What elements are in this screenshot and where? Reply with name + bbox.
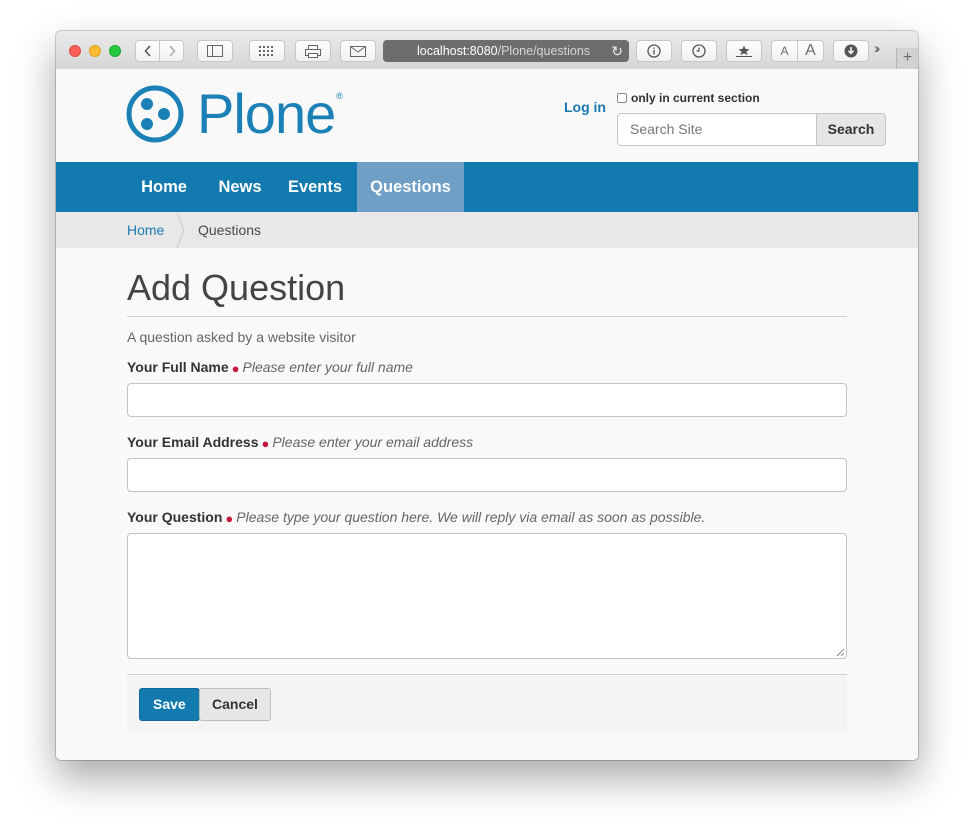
info-button[interactable] (636, 40, 672, 62)
back-button[interactable] (135, 40, 160, 62)
page-description: A question asked by a website visitor (127, 329, 356, 345)
main-content: Add Question A question asked by a websi… (56, 248, 918, 760)
downloads-button[interactable] (833, 40, 869, 62)
login-link[interactable]: Log in (564, 99, 606, 115)
resize-handle-icon[interactable] (836, 648, 845, 657)
current-section-option[interactable]: only in current section (617, 91, 760, 105)
required-marker: ● (231, 361, 240, 376)
question-label-text: Your Question (127, 509, 223, 525)
email-field[interactable] (127, 458, 847, 492)
mail-icon (350, 45, 366, 57)
grid-icon (259, 46, 273, 56)
url-path: /Plone/questions (497, 44, 591, 58)
breadcrumb-current: Questions (198, 222, 262, 238)
full-name-label: Your Full Name ● Please enter your full na… (127, 359, 413, 376)
browser-toolbar: localhost:8080/Plone/questions ↻ A A ›› … (56, 31, 918, 70)
new-tab-button[interactable]: + (896, 48, 918, 69)
zoom-window-button[interactable] (109, 45, 121, 57)
text-smaller-button[interactable]: A (771, 40, 798, 62)
sidebar-button[interactable] (197, 40, 233, 62)
nav-item-home[interactable]: Home (127, 162, 201, 212)
printer-icon (305, 44, 321, 58)
plone-logo-icon (126, 85, 184, 143)
nav-item-events[interactable]: Events (280, 162, 350, 212)
close-window-button[interactable] (69, 45, 81, 57)
browser-window: localhost:8080/Plone/questions ↻ A A ›› … (56, 31, 918, 760)
sidebar-icon (207, 45, 223, 57)
print-button[interactable] (295, 40, 331, 62)
page-title: Add Question (127, 267, 346, 308)
form-buttons: Save Cancel (127, 674, 847, 732)
save-button[interactable]: Save (139, 688, 200, 721)
forward-button[interactable] (159, 40, 184, 62)
history-button[interactable] (681, 40, 717, 62)
minimize-window-button[interactable] (89, 45, 101, 57)
logo-registered-mark: ® (336, 91, 343, 101)
top-sites-button[interactable] (249, 40, 285, 62)
chevron-left-icon (143, 45, 151, 57)
download-icon (844, 44, 858, 58)
email-help: Please enter your email address (272, 434, 474, 450)
question-textarea[interactable] (127, 533, 847, 659)
bookmark-star-icon (736, 45, 752, 57)
full-name-input[interactable] (127, 383, 847, 417)
breadcrumb-home-link[interactable]: Home (127, 222, 164, 238)
url-host: localhost:8080 (417, 44, 498, 58)
cancel-button[interactable]: Cancel (199, 688, 271, 721)
required-marker: ● (261, 436, 270, 451)
nav-item-news[interactable]: News (207, 162, 273, 212)
toolbar-overflow-icon[interactable]: ›› (874, 40, 881, 56)
current-section-checkbox[interactable] (617, 93, 627, 103)
text-larger-button[interactable]: A (797, 40, 824, 62)
share-mail-button[interactable] (340, 40, 376, 62)
email-label: Your Email Address ● Please enter your ema… (127, 434, 474, 451)
bookmark-button[interactable] (726, 40, 762, 62)
reload-icon[interactable]: ↻ (611, 40, 623, 62)
info-icon (647, 44, 661, 58)
nav-item-questions[interactable]: Questions (357, 162, 464, 212)
chevron-right-icon (168, 45, 176, 57)
breadcrumb-separator (176, 212, 185, 248)
search-input[interactable]: Search Site (617, 113, 817, 146)
site-header: Plone ® Log in only in current section S… (56, 69, 918, 162)
search-button[interactable]: Search (816, 113, 886, 146)
logo-wordmark: Plone (197, 82, 336, 145)
current-section-label: only in current section (631, 91, 760, 105)
full-name-help: Please enter your full name (242, 359, 413, 375)
email-label-text: Your Email Address (127, 434, 259, 450)
address-bar[interactable]: localhost:8080/Plone/questions ↻ (383, 40, 629, 62)
question-help: Please type your question here. We will … (236, 509, 706, 525)
clock-icon (692, 44, 706, 58)
question-label: Your Question ● Please type your question … (127, 509, 706, 526)
full-name-label-text: Your Full Name (127, 359, 229, 375)
breadcrumb: Home Questions (56, 212, 918, 248)
global-nav: Home News Events Questions (56, 162, 918, 212)
required-marker: ● (225, 511, 234, 526)
title-divider (127, 316, 847, 317)
site-logo[interactable]: Plone ® (126, 85, 343, 143)
